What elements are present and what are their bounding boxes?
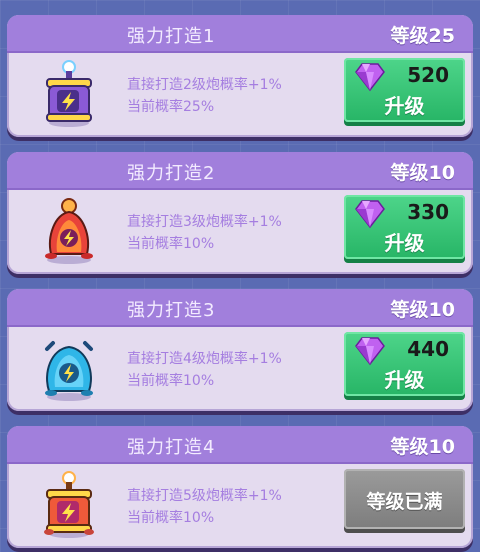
upgrade-card-4: 强力打造4 等级10 直接打造5级炮概率+1% 当前概率10% 等级已满 bbox=[7, 426, 473, 548]
upgrade-label: 升级 bbox=[384, 231, 425, 255]
upgrade-button[interactable]: 520 升级 bbox=[344, 58, 465, 122]
current-probability: 当前概率10% bbox=[127, 236, 215, 252]
card-header: 强力打造2 等级10 bbox=[7, 152, 473, 190]
upgrade-list: 强力打造1 等级25 直接打造2级炮概率+1% 当前概率25% 520 升级 强… bbox=[0, 0, 480, 552]
upgrade-description: 直接打造2级炮概率+1% bbox=[127, 77, 282, 93]
card-title: 强力打造2 bbox=[127, 163, 216, 184]
current-probability: 当前概率10% bbox=[127, 510, 215, 526]
card-title: 强力打造3 bbox=[127, 300, 216, 321]
upgrade-description: 直接打造5级炮概率+1% bbox=[127, 488, 282, 504]
orange-gold-battery-icon bbox=[44, 471, 94, 538]
upgrade-label: 升级 bbox=[384, 368, 425, 392]
gem-icon bbox=[355, 63, 385, 92]
max-level-button[interactable]: 等级已满 bbox=[344, 469, 465, 529]
red-flame-bell-icon bbox=[45, 198, 93, 264]
card-header: 强力打造4 等级10 bbox=[7, 426, 473, 464]
level-label: 等级10 bbox=[390, 162, 455, 184]
card-header: 强力打造3 等级10 bbox=[7, 289, 473, 327]
blue-crystal-orb-icon bbox=[45, 341, 93, 401]
purple-battery-icon bbox=[46, 60, 92, 127]
current-probability: 当前概率25% bbox=[127, 99, 215, 115]
current-probability: 当前概率10% bbox=[127, 373, 215, 389]
upgrade-button[interactable]: 440 升级 bbox=[344, 332, 465, 396]
upgrade-card-3: 强力打造3 等级10 直接打造4级炮概率+1% 当前概率10% 440 升级 bbox=[7, 289, 473, 411]
upgrade-card-2: 强力打造2 等级10 直接打造3级炮概率+1% 当前概率10% 330 升级 bbox=[7, 152, 473, 274]
gem-icon bbox=[355, 337, 385, 366]
level-label: 等级10 bbox=[390, 299, 455, 321]
gem-icon bbox=[355, 200, 385, 229]
level-label: 等级10 bbox=[390, 436, 455, 458]
card-title: 强力打造4 bbox=[127, 437, 216, 458]
upgrade-description: 直接打造3级炮概率+1% bbox=[127, 214, 282, 230]
gem-price: 330 bbox=[407, 200, 449, 224]
gem-price: 520 bbox=[407, 63, 449, 87]
card-header: 强力打造1 等级25 bbox=[7, 15, 473, 53]
upgrade-description: 直接打造4级炮概率+1% bbox=[127, 351, 282, 367]
upgrade-card-1: 强力打造1 等级25 直接打造2级炮概率+1% 当前概率25% 520 升级 bbox=[7, 15, 473, 137]
upgrade-label: 升级 bbox=[384, 94, 425, 118]
upgrade-button[interactable]: 330 升级 bbox=[344, 195, 465, 259]
level-label: 等级25 bbox=[390, 25, 455, 47]
max-level-label: 等级已满 bbox=[366, 491, 443, 513]
gem-price: 440 bbox=[407, 337, 449, 361]
card-title: 强力打造1 bbox=[127, 26, 216, 47]
